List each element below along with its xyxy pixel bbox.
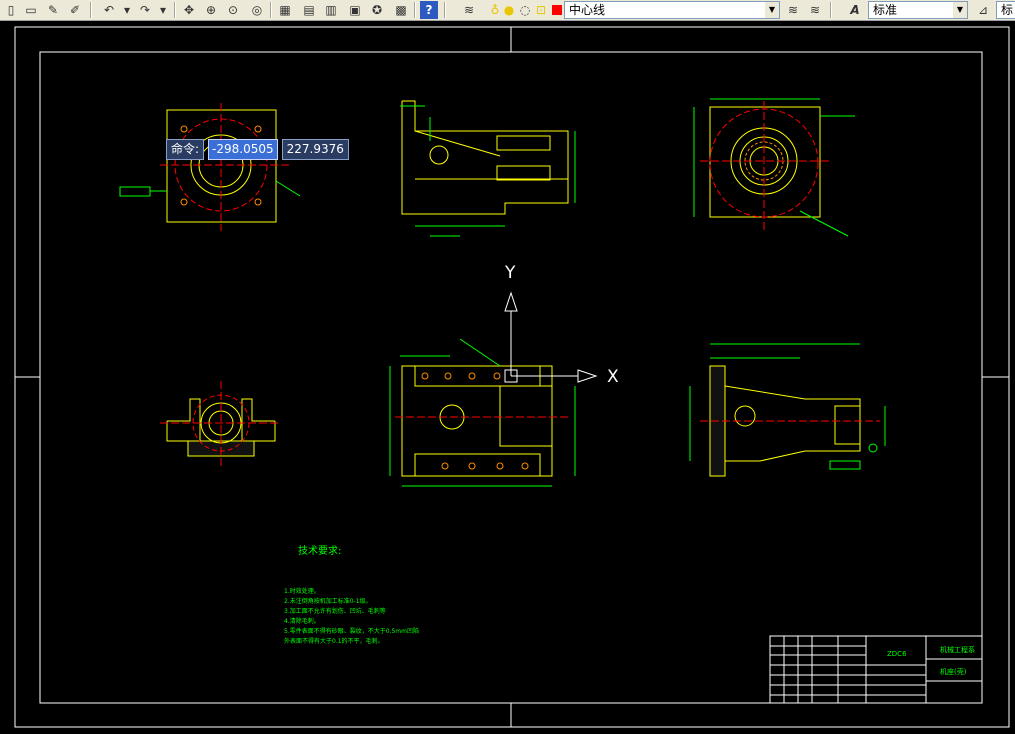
dim-style-name: 标 <box>1001 3 1014 17</box>
view-mid-right <box>689 343 886 477</box>
chevron-down-icon: ▼ <box>953 2 967 18</box>
make-current-layer-icon[interactable]: ≋ <box>784 1 802 19</box>
drawing-canvas[interactable]: 技术要求: 1.时效处理。 2.未注倒角按机加工标准0-1级。 3.加工面不允许… <box>0 21 1015 730</box>
ucs-y-label: Y <box>505 263 516 283</box>
view-top-left <box>119 103 301 231</box>
x-coordinate-input[interactable]: -298.0505 <box>208 139 278 160</box>
redo-dropdown-icon[interactable]: ▾ <box>154 1 172 19</box>
tech-note: 5.零件表面不得有砂眼、裂纹，不大于0.5mm凹陷 <box>284 627 419 635</box>
dim-style-icon[interactable]: ⊿ <box>974 1 992 19</box>
zoom-window-icon[interactable]: ⊙ <box>224 1 242 19</box>
toolbar: ▯ ▭ ✎ ✐ ↶ ▾ ↷ ▾ ✥ ⊕ ⊙ ◎ ▦ ▤ ▥ ▣ ✪ ▩ ? ≋ … <box>0 0 1015 21</box>
zoom-realtime-icon[interactable]: ⊕ <box>202 1 220 19</box>
tech-requirements: 技术要求: 1.时效处理。 2.未注倒角按机加工标准0-1级。 3.加工面不允许… <box>284 544 419 645</box>
chevron-down-icon: ▼ <box>765 2 779 18</box>
tool-palettes-icon[interactable]: ▥ <box>322 1 340 19</box>
text-style-icon[interactable]: A <box>846 1 864 19</box>
redo-icon[interactable]: ↷ <box>136 1 154 19</box>
tech-note: 外表面不得有大于0.1的不平，毛刺。 <box>284 637 384 645</box>
tech-note: 4.清除毛刺。 <box>284 617 320 625</box>
command-label: 命令: <box>166 139 205 160</box>
sheet-set-icon[interactable]: ▣ <box>346 1 364 19</box>
calculator-icon[interactable]: ▩ <box>392 1 410 19</box>
dim-style-dropdown[interactable]: 标 <box>996 1 1015 19</box>
part-name: 机座(壳) <box>940 667 967 676</box>
undo-icon[interactable]: ↶ <box>100 1 118 19</box>
markup-icon[interactable]: ✪ <box>368 1 386 19</box>
new-file-icon[interactable]: ▯ <box>2 1 20 19</box>
tech-note: 1.时效处理。 <box>284 587 320 595</box>
title-block: ZDC6 机械工程系 机座(壳) <box>769 635 983 704</box>
tech-title: 技术要求: <box>298 544 341 557</box>
layer-manager-icon[interactable]: ≋ <box>460 1 478 19</box>
layer-previous-icon[interactable]: ≋ <box>806 1 824 19</box>
text-style-dropdown[interactable]: 标准 ▼ <box>868 1 968 19</box>
drawing-svg: 技术要求: 1.时效处理。 2.未注倒角按机加工标准0-1级。 3.加工面不允许… <box>14 26 1010 728</box>
open-file-icon[interactable]: ▭ <box>22 1 40 19</box>
tech-note: 3.加工面不允许有划伤、凹坑、毛刺等 <box>284 607 386 615</box>
zoom-previous-icon[interactable]: ◎ <box>248 1 266 19</box>
design-center-icon[interactable]: ▤ <box>300 1 318 19</box>
layer-name: 中心线 <box>569 3 606 17</box>
tech-note: 2.未注倒角按机加工标准0-1级。 <box>284 597 372 605</box>
outer-border <box>14 26 1010 728</box>
properties-icon[interactable]: ▦ <box>276 1 294 19</box>
ucs-x-label: X <box>607 367 619 387</box>
undo-dropdown-icon[interactable]: ▾ <box>118 1 136 19</box>
view-top-right <box>693 98 855 237</box>
help-icon[interactable]: ? <box>420 1 438 19</box>
pan-icon[interactable]: ✥ <box>180 1 198 19</box>
layer-dropdown[interactable]: 中心线 ▼ <box>564 1 780 19</box>
dynamic-input-tooltip: 命令: -298.0505 227.9376 <box>166 139 349 160</box>
company-name: 机械工程系 <box>940 645 975 654</box>
view-mid-left <box>160 381 280 466</box>
match-properties-icon[interactable]: ✐ <box>66 1 84 19</box>
y-coordinate-input[interactable]: 227.9376 <box>281 139 349 160</box>
part-code: ZDC6 <box>887 650 907 658</box>
pencil-icon[interactable]: ✎ <box>44 1 62 19</box>
view-center <box>389 291 598 487</box>
view-top-middle <box>400 100 576 237</box>
text-style-name: 标准 <box>873 3 898 17</box>
